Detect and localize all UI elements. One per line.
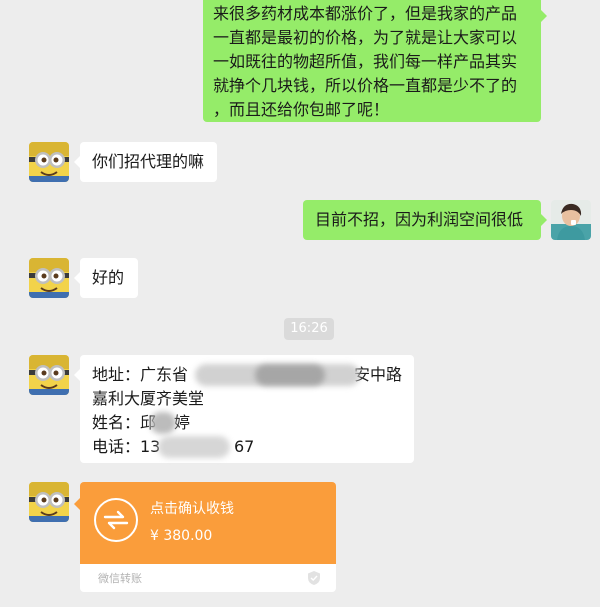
message-text: 你们招代理的嘛 — [92, 152, 205, 171]
avatar-contact[interactable] — [29, 258, 69, 298]
message-line: 一如既往的物超所值，我们每一样产品其实 — [213, 52, 518, 71]
transfer-card-footer: 微信转账 — [80, 564, 336, 592]
message-line: 来很多药材成本都涨价了，但是我家的产品 — [213, 4, 518, 23]
address-label: 地址：广东省 — [92, 365, 189, 384]
avatar-contact[interactable] — [29, 142, 69, 182]
transfer-arrows-icon — [94, 498, 138, 542]
name-text: 婷 — [174, 413, 191, 432]
redaction-mark — [150, 412, 176, 434]
message-text: 目前不招，因为利润空间很低 — [315, 210, 524, 229]
transfer-card-top[interactable]: 点击确认收钱 ¥ 380.00 — [74, 482, 336, 564]
transfer-amount: ¥ 380.00 — [150, 528, 213, 544]
message-bubble-received[interactable]: 你们招代理的嘛 — [74, 142, 217, 182]
minion-avatar-icon — [29, 355, 69, 395]
transfer-card[interactable]: 点击确认收钱 ¥ 380.00 微信转账 — [74, 482, 336, 592]
minion-avatar-icon — [29, 482, 69, 522]
chat-window: 来很多药材成本都涨价了，但是我家的产品 一直都是最初的价格，为了就是让大家可以 … — [0, 0, 600, 607]
address-text: 安中路 — [354, 365, 403, 384]
phone-text: 67 — [234, 437, 255, 456]
redaction-mark — [158, 436, 230, 458]
message-line: 就挣个几块钱，所以价格一直都是少不了的 — [213, 76, 518, 95]
message-line: ，而且还给你包邮了呢！ — [213, 100, 390, 119]
redaction-mark — [255, 364, 325, 386]
minion-avatar-icon — [29, 142, 69, 182]
avatar-self[interactable] — [551, 200, 591, 240]
transfer-title: 点击确认收钱 — [150, 501, 234, 517]
avatar-contact[interactable] — [29, 482, 69, 522]
timestamp: 16:26 — [284, 318, 334, 340]
shield-icon — [308, 571, 320, 585]
message-bubble-received[interactable]: 好的 — [74, 258, 138, 298]
message-text: 好的 — [92, 268, 125, 287]
transfer-label: 微信转账 — [98, 572, 142, 585]
message-bubble-sent[interactable]: 来很多药材成本都涨价了，但是我家的产品 一直都是最初的价格，为了就是让大家可以 … — [203, 0, 547, 122]
message-line: 一直都是最初的价格，为了就是让大家可以 — [213, 28, 518, 47]
message-bubble-sent[interactable]: 目前不招，因为利润空间很低 — [303, 200, 547, 240]
address-text: 嘉利大厦齐美堂 — [92, 389, 205, 408]
minion-avatar-icon — [29, 258, 69, 298]
avatar-contact[interactable] — [29, 355, 69, 395]
name-label: 姓名：邱 — [92, 413, 157, 432]
user-photo-icon — [551, 200, 591, 240]
phone-label: 电话：13 — [92, 437, 161, 456]
